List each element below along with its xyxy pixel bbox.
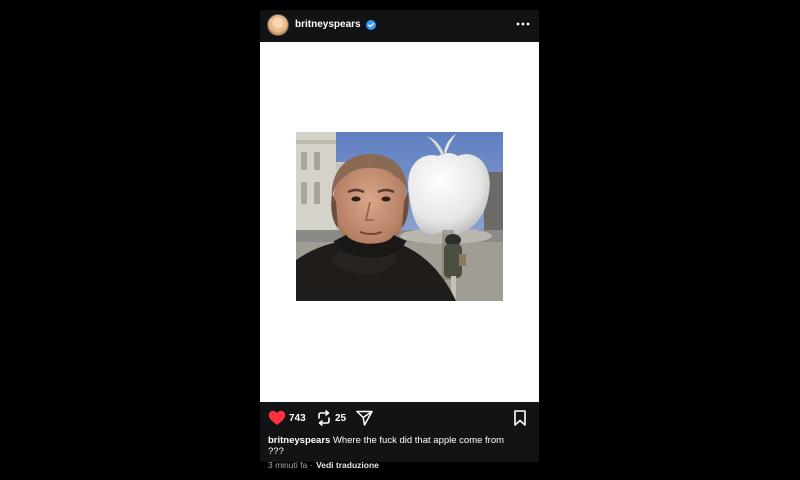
more-options-icon[interactable] <box>515 17 531 31</box>
post-caption: britneyspears Where the fuck did that ap… <box>268 435 508 457</box>
avatar[interactable] <box>267 14 289 36</box>
bookmark-icon[interactable] <box>513 410 527 426</box>
send-icon[interactable] <box>356 410 373 426</box>
post-actions: 743 25 britneyspears Where the fuck did … <box>260 402 539 470</box>
see-translation-link[interactable]: Vedi traduzione <box>316 460 379 470</box>
post-username[interactable]: britneyspears <box>295 19 361 30</box>
repost-icon[interactable] <box>316 410 332 426</box>
meta-separator: · <box>310 460 314 470</box>
heart-icon[interactable] <box>268 410 286 426</box>
post-meta: 3 minuti fa · Vedi traduzione <box>268 460 379 470</box>
repost-count[interactable]: 25 <box>335 413 346 424</box>
post-header: britneyspears <box>260 10 539 42</box>
post-card: britneyspears 743 25 britneyspears Where… <box>260 10 539 470</box>
post-media[interactable] <box>260 42 539 402</box>
caption-username[interactable]: britneyspears <box>268 435 330 446</box>
verified-badge-icon <box>366 20 376 30</box>
post-timestamp: 3 minuti fa <box>268 460 308 470</box>
post-photo <box>296 132 503 301</box>
like-count[interactable]: 743 <box>289 413 306 424</box>
